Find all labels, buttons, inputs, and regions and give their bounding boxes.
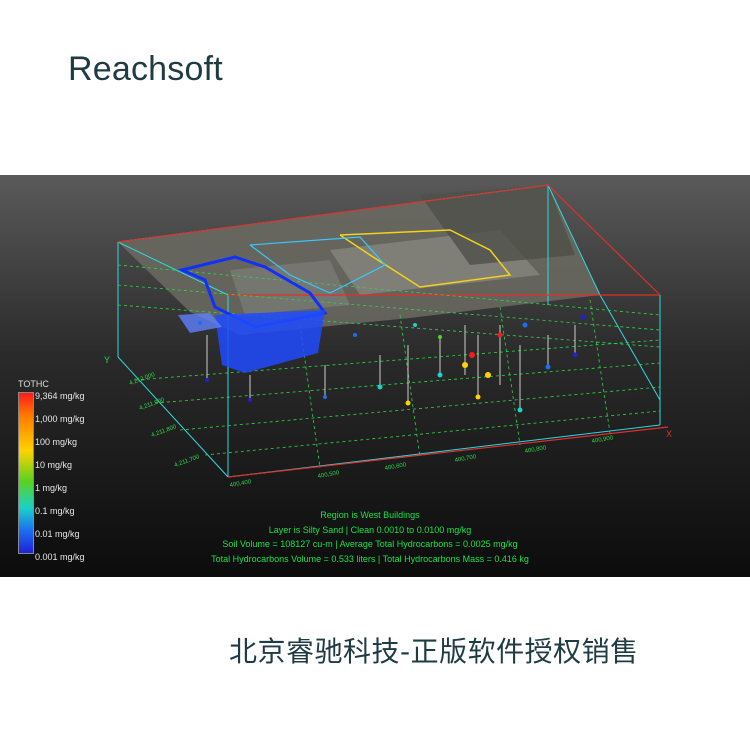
legend-item: 1,000 mg/kg: [35, 414, 85, 424]
color-legend: TOTHC 9,364 mg/kg 1,000 mg/kg 100 mg/kg …: [18, 379, 128, 569]
legend-item: 0.001 mg/kg: [35, 552, 85, 562]
legend-color-bar: [18, 392, 34, 554]
brand-title: Reachsoft: [68, 50, 223, 88]
volume-info-panel: Region is West Buildings Layer is Silty …: [150, 508, 590, 566]
svg-text:4,211,700: 4,211,700: [174, 454, 201, 469]
svg-text:400,700: 400,700: [454, 454, 477, 464]
svg-text:4,212,000: 4,212,000: [129, 372, 157, 387]
svg-text:400,600: 400,600: [384, 462, 407, 472]
svg-text:400,500: 400,500: [317, 470, 340, 480]
y-axis-label: Y: [104, 355, 110, 365]
svg-text:400,400: 400,400: [229, 479, 252, 489]
legend-item: 9,364 mg/kg: [35, 391, 85, 401]
visualization-panel: 4,212,000 4,211,900 4,211,800 4,211,700 …: [0, 175, 750, 577]
info-totals: Total Hydrocarbons Volume = 0.533 liters…: [211, 553, 529, 564]
legend-item: 0.01 mg/kg: [35, 529, 80, 539]
info-layer: Layer is Silty Sand | Clean 0.0010 to 0.…: [268, 524, 472, 535]
svg-text:4,211,800: 4,211,800: [151, 424, 178, 439]
svg-text:400,900: 400,900: [591, 435, 614, 445]
caption-text: 北京睿驰科技-正版软件授权销售: [229, 635, 639, 668]
axis-tick-labels: 4,212,000 4,211,900 4,211,800 4,211,700 …: [129, 372, 615, 489]
legend-item: 100 mg/kg: [35, 437, 78, 447]
contaminant-plume-body: [215, 310, 325, 373]
legend-title: TOTHC: [18, 379, 49, 389]
legend-item: 0.1 mg/kg: [35, 506, 75, 516]
x-axis-label: X: [666, 429, 672, 439]
legend-item: 10 mg/kg: [35, 460, 73, 470]
info-soil-volume: Soil Volume = 108127 cu-m | Average Tota…: [222, 539, 518, 549]
legend-item: 1 mg/kg: [35, 483, 68, 493]
info-region: Region is West Buildings: [320, 510, 420, 520]
svg-text:400,800: 400,800: [524, 445, 547, 455]
